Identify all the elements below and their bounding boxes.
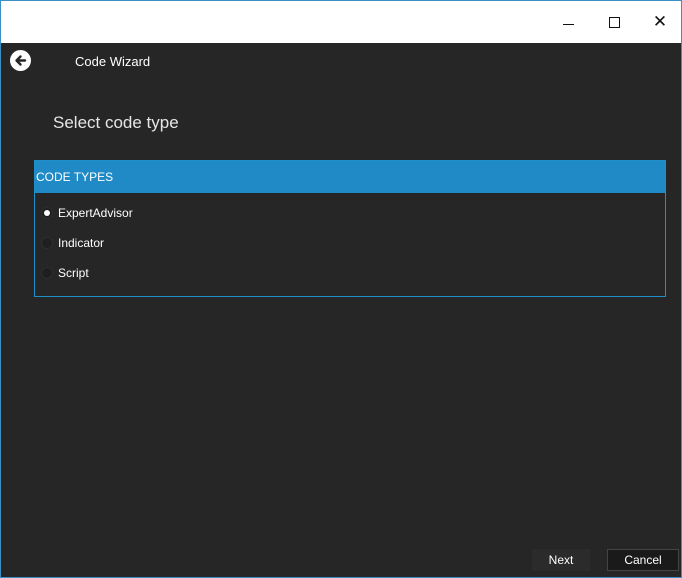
back-button[interactable] [10, 50, 31, 71]
radio-unchecked-icon[interactable] [41, 267, 53, 279]
cancel-button[interactable]: Cancel [607, 549, 679, 571]
page-heading: Select code type [53, 113, 179, 132]
minimize-icon [562, 23, 574, 25]
code-types-group: CODE TYPES ExpertAdvisor Indicator Scrip… [34, 160, 666, 297]
radio-option-expertadvisor[interactable]: ExpertAdvisor [41, 206, 133, 220]
wizard-content: Code Wizard Select code type CODE TYPES … [1, 43, 681, 577]
radio-option-script[interactable]: Script [41, 266, 89, 280]
radio-label: Indicator [58, 236, 105, 250]
maximize-icon [608, 16, 620, 28]
minimize-button[interactable] [545, 1, 591, 43]
radio-checked-icon[interactable] [41, 207, 53, 219]
close-button[interactable]: ✕ [637, 1, 682, 43]
radio-label: ExpertAdvisor [58, 206, 133, 220]
app-title: Code Wizard [75, 54, 151, 69]
title-bar: ✕ [1, 1, 681, 43]
radio-label: Script [58, 266, 89, 280]
close-icon: ✕ [652, 11, 668, 32]
back-arrow-icon [15, 55, 27, 66]
code-types-header: CODE TYPES [35, 161, 665, 193]
maximize-button[interactable] [591, 1, 637, 43]
next-button[interactable]: Next [532, 549, 590, 571]
wizard-window: ✕ Code Wizard Select code type CODE TYPE… [0, 0, 682, 578]
radio-option-indicator[interactable]: Indicator [41, 236, 104, 250]
radio-unchecked-icon[interactable] [41, 237, 53, 249]
